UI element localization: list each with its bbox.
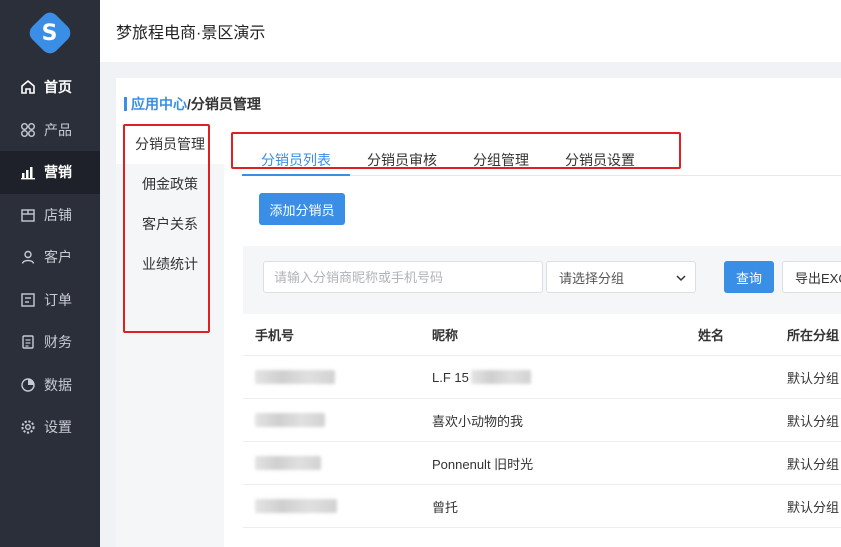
- nav-label: 首页: [44, 79, 72, 96]
- grid-icon: [20, 122, 36, 138]
- group-select[interactable]: 请选择分组: [546, 261, 696, 293]
- nav-item-marketing[interactable]: 营销: [0, 151, 100, 194]
- nickname-cell: Ponnenult 旧时光: [432, 456, 534, 472]
- nickname-cell: 曾托: [432, 499, 459, 515]
- main-card: 应用中心 /分销员管理 分销员管理 佣金政策 客户关系 业绩统计 分销员列表 分…: [116, 78, 841, 547]
- nav-item-store[interactable]: 店铺: [0, 194, 100, 237]
- store-title: 梦旅程电商·景区演示: [116, 25, 266, 42]
- sub-navigation: 分销员管理 佣金政策 客户关系 业绩统计: [116, 124, 224, 547]
- breadcrumb: 应用中心 /分销员管理: [124, 94, 261, 114]
- tab-distributor-review[interactable]: 分销员审核: [367, 132, 437, 176]
- add-distributor-button[interactable]: 添加分销员: [259, 193, 345, 225]
- nav-item-data[interactable]: 数据: [0, 364, 100, 407]
- phone-cell-redacted: [255, 442, 321, 484]
- logo-area: S: [0, 0, 100, 66]
- finance-icon: [20, 334, 36, 350]
- table-row[interactable]: L.F 15 默认分组: [243, 356, 841, 399]
- redacted-block: [255, 370, 335, 384]
- table-row[interactable]: Ponnenult 旧时光 默认分组: [243, 442, 841, 485]
- redacted-block: [470, 370, 531, 384]
- search-input[interactable]: [263, 261, 543, 293]
- chevron-down-icon: [676, 275, 686, 282]
- nickname-cell: L.F 15: [432, 356, 531, 398]
- user-icon: [20, 249, 36, 265]
- column-name: 姓名: [698, 328, 725, 343]
- active-tab-underline: [242, 174, 350, 176]
- phone-cell-redacted: [255, 485, 337, 527]
- breadcrumb-current: /分销员管理: [187, 96, 261, 112]
- tab-distributor-settings[interactable]: 分销员设置: [565, 132, 635, 176]
- nav-label: 财务: [44, 334, 72, 351]
- nav-item-finance[interactable]: 财务: [0, 321, 100, 364]
- nav-label: 店铺: [44, 206, 72, 223]
- group-cell: 默认分组: [787, 499, 840, 515]
- order-icon: [20, 292, 36, 308]
- nav-label: 订单: [44, 291, 72, 308]
- redacted-block: [255, 456, 321, 470]
- nav-label: 数据: [44, 376, 72, 393]
- export-excel-button[interactable]: 导出EXCEL: [782, 261, 841, 293]
- tab-bar: 分销员列表 分销员审核 分组管理 分销员设置: [242, 132, 841, 176]
- nav-item-settings[interactable]: 设置: [0, 406, 100, 449]
- pie-chart-icon: [20, 377, 36, 393]
- breadcrumb-link[interactable]: 应用中心: [131, 94, 187, 114]
- nav-label: 产品: [44, 121, 72, 138]
- group-select-value: 请选择分组: [559, 270, 625, 286]
- tab-distributor-list[interactable]: 分销员列表: [261, 132, 331, 176]
- bar-chart-icon: [20, 164, 36, 180]
- group-cell: 默认分组: [787, 413, 840, 429]
- table-row[interactable]: 曾托 默认分组: [243, 485, 841, 528]
- filter-bar: 请选择分组 查询 导出EXCEL: [243, 246, 841, 314]
- nav-item-orders[interactable]: 订单: [0, 279, 100, 322]
- nav-label: 客户: [44, 249, 72, 266]
- sidebar: S 首页 产品 营销 店铺 客户 订单 财务 数据 设置: [0, 0, 100, 547]
- nav-item-home[interactable]: 首页: [0, 66, 100, 109]
- table-row[interactable]: 喜欢小动物的我 默认分组: [243, 399, 841, 442]
- store-icon: [20, 207, 36, 223]
- column-nickname: 昵称: [432, 328, 459, 343]
- redacted-block: [255, 413, 325, 427]
- tab-group-management[interactable]: 分组管理: [473, 132, 529, 176]
- redacted-block: [255, 499, 337, 513]
- column-phone: 手机号: [255, 328, 295, 343]
- gear-icon: [20, 419, 36, 435]
- subnav-item-distributor-management[interactable]: 分销员管理: [116, 124, 224, 164]
- distributor-table: 手机号 昵称 姓名 所在分组 L.F 15 默认分组 喜欢小动物的我 默认分组 …: [243, 314, 841, 528]
- subnav-item-commission-policy[interactable]: 佣金政策: [116, 164, 224, 204]
- nav-item-customers[interactable]: 客户: [0, 236, 100, 279]
- subnav-item-customer-relations[interactable]: 客户关系: [116, 204, 224, 244]
- column-group: 所在分组: [787, 328, 840, 343]
- home-icon: [20, 79, 36, 95]
- phone-cell-redacted: [255, 356, 335, 398]
- nav-label: 设置: [44, 419, 72, 436]
- app-logo[interactable]: S: [25, 8, 75, 58]
- group-cell: 默认分组: [787, 456, 840, 472]
- phone-cell-redacted: [255, 399, 325, 441]
- table-header: 手机号 昵称 姓名 所在分组: [243, 314, 841, 356]
- subnav-item-performance-stats[interactable]: 业绩统计: [116, 244, 224, 284]
- group-cell: 默认分组: [787, 370, 840, 386]
- breadcrumb-marker: [124, 97, 127, 111]
- top-header: 梦旅程电商·景区演示: [100, 0, 841, 62]
- nav-label: 营销: [44, 164, 72, 181]
- nav-item-products[interactable]: 产品: [0, 109, 100, 152]
- nickname-cell: 喜欢小动物的我: [432, 413, 524, 429]
- query-button[interactable]: 查询: [724, 261, 774, 293]
